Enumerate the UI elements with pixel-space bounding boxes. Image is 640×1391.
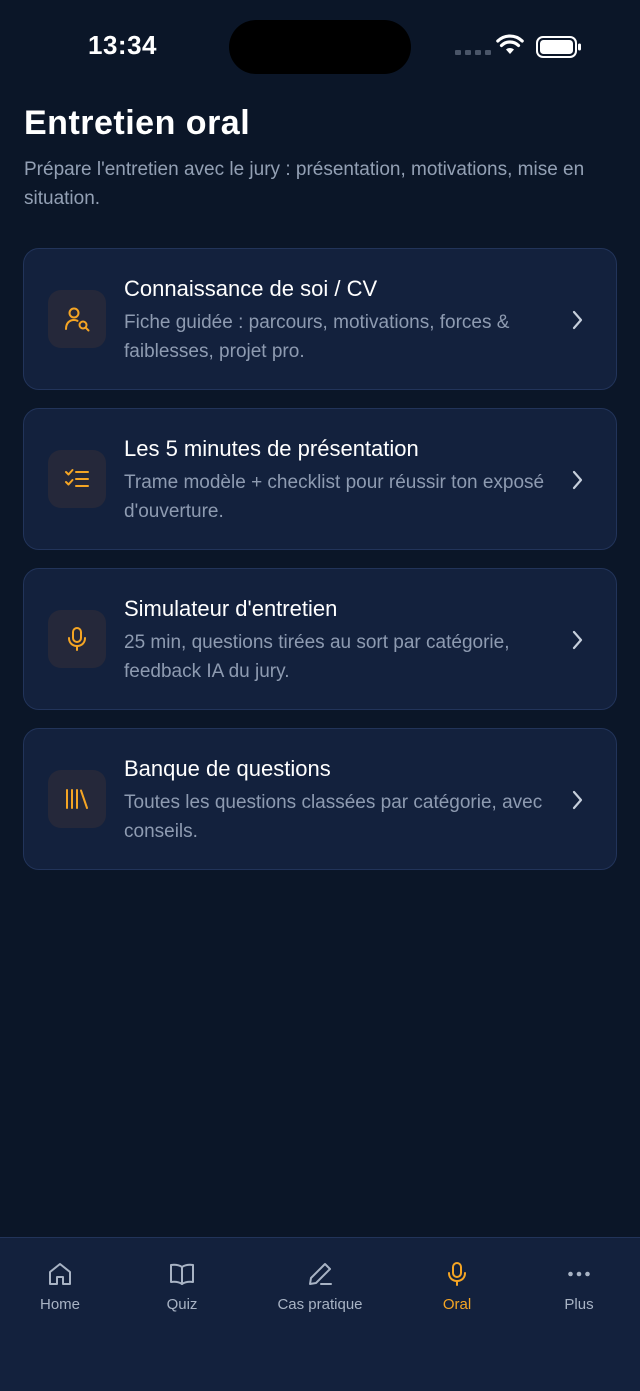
page-title: Entretien oral (24, 104, 251, 142)
card-simulateur[interactable]: Simulateur d'entretien 25 min, questions… (23, 568, 617, 710)
pencil-icon (309, 1263, 332, 1285)
status-bar: 13:34 (0, 0, 640, 96)
library-icon (48, 770, 106, 828)
book-icon (170, 1263, 194, 1285)
card-description: 25 min, questions tirées au sort par cat… (124, 632, 510, 682)
card-title: Banque de questions (124, 756, 331, 781)
home-icon (49, 1263, 71, 1285)
cellular-signal-icon (455, 50, 491, 55)
page-subtitle: Prépare l'entretien avec le jury : prése… (24, 159, 585, 209)
more-icon (568, 1271, 590, 1277)
tab-label: Cas pratique (277, 1296, 363, 1313)
dynamic-island (229, 20, 411, 74)
tab-plus[interactable]: Plus (519, 1260, 639, 1313)
wifi-icon (496, 34, 524, 54)
chevron-right-icon (572, 630, 583, 650)
card-title: Simulateur d'entretien (124, 596, 338, 621)
tab-bar: Home Quiz Cas pratique Oral Plus (0, 1237, 640, 1391)
card-presentation[interactable]: Les 5 minutes de présentation Trame modè… (23, 408, 617, 550)
screen: 13:34 Entretien oral Prépare l'entretien… (0, 0, 640, 1391)
checklist-icon (48, 450, 106, 508)
card-connaissance-de-soi[interactable]: Connaissance de soi / CV Fiche guidée : … (23, 248, 617, 390)
card-description: Fiche guidée : parcours, motivations, fo… (124, 312, 510, 362)
tab-cas-pratique[interactable]: Cas pratique (260, 1260, 380, 1313)
microphone-icon (48, 610, 106, 668)
tab-home[interactable]: Home (0, 1260, 120, 1313)
microphone-icon (448, 1262, 466, 1286)
tab-oral[interactable]: Oral (397, 1260, 517, 1313)
card-banque-questions[interactable]: Banque de questions Toutes les questions… (23, 728, 617, 870)
card-description: Trame modèle + checklist pour réussir to… (124, 472, 545, 522)
user-search-icon (48, 290, 106, 348)
chevron-right-icon (572, 790, 583, 810)
chevron-right-icon (572, 310, 583, 330)
card-description: Toutes les questions classées par catégo… (124, 792, 543, 842)
battery-icon (536, 36, 581, 58)
status-time: 13:34 (88, 30, 157, 60)
tab-label: Plus (564, 1296, 594, 1313)
tab-label: Home (39, 1296, 80, 1313)
card-title: Les 5 minutes de présentation (124, 436, 419, 461)
chevron-right-icon (572, 470, 583, 490)
tab-quiz[interactable]: Quiz (122, 1260, 242, 1313)
tab-label: Quiz (166, 1296, 198, 1313)
tab-label: Oral (442, 1296, 472, 1313)
card-title: Connaissance de soi / CV (124, 276, 378, 301)
